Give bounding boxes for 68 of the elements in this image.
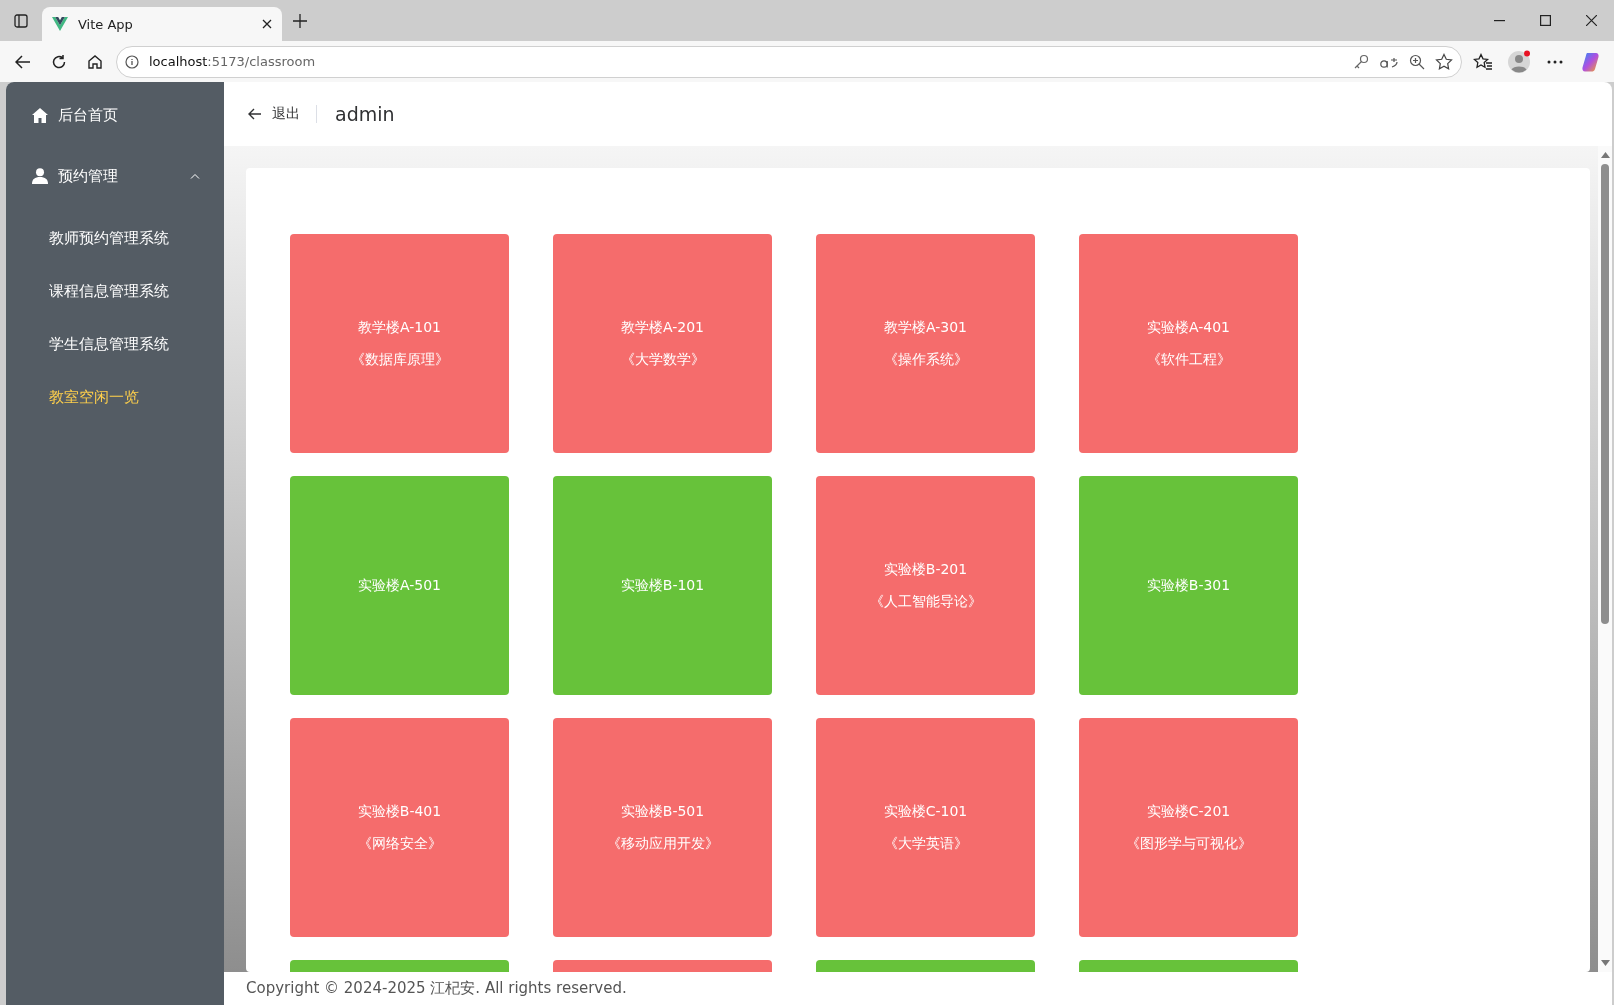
course-name: 《数据库原理》 — [350, 350, 449, 369]
scrollbar[interactable] — [1598, 146, 1612, 972]
course-name: 《人工智能导论》 — [869, 592, 982, 611]
course-name: 《大学英语》 — [883, 834, 968, 853]
room-name: 实验楼A-501 — [357, 576, 441, 595]
course-name: 《网络安全》 — [357, 834, 442, 853]
scroll-down-icon[interactable] — [1600, 960, 1610, 966]
course-name: 《大学数学》 — [620, 350, 705, 369]
zoom-icon[interactable] — [1409, 53, 1425, 70]
minimize-icon[interactable] — [1493, 19, 1505, 22]
room-name: 教学楼A-301 — [883, 318, 967, 337]
home-icon[interactable] — [87, 53, 103, 70]
close-icon[interactable] — [1585, 15, 1597, 26]
room-name: 实验楼C-101 — [883, 802, 968, 821]
v-logo-icon — [52, 17, 68, 31]
room-name: 教学楼A-201 — [620, 318, 704, 337]
tab-title: Vite App — [78, 16, 134, 32]
info-icon — [125, 54, 139, 69]
back-arrow-icon[interactable] — [15, 54, 31, 69]
room-name: 实验楼B-201 — [883, 560, 968, 579]
classroom-tile[interactable]: 实验楼B-501 《移动应用开发》 — [553, 718, 772, 937]
username: admin — [334, 103, 395, 125]
classroom-tile[interactable]: 教学楼A-301 《操作系统》 — [816, 234, 1035, 453]
room-name: 实验楼A-401 — [1146, 318, 1230, 337]
room-name: 实验楼B-301 — [1146, 576, 1231, 595]
room-name: 实验楼B-501 — [620, 802, 705, 821]
classroom-tile[interactable]: 教学楼A-101 《数据库原理》 — [290, 234, 509, 453]
address-bar[interactable]: localhost:5173/classroom — [116, 45, 1462, 78]
room-name: 实验楼B-101 — [620, 576, 705, 595]
room-name: 教学楼A-101 — [357, 318, 441, 337]
classroom-tile[interactable]: 实验楼C-201 《图形学与可视化》 — [1079, 718, 1298, 937]
menu-item[interactable]: 后台首页 — [6, 90, 224, 140]
classroom-tile[interactable]: 实验楼C-101 《大学英语》 — [816, 718, 1035, 937]
close-icon[interactable] — [262, 19, 272, 29]
classroom-tile[interactable]: 实验楼A-501 — [290, 476, 509, 695]
chevron-icon — [190, 173, 200, 179]
favorites-icon[interactable] — [1473, 52, 1493, 71]
back-arrow-icon — [248, 108, 262, 120]
room-name: 实验楼C-201 — [1146, 802, 1231, 821]
user-icon — [32, 168, 48, 184]
course-name: 《图形学与可视化》 — [1125, 834, 1252, 853]
course-name: 《软件工程》 — [1146, 350, 1231, 369]
reload-icon[interactable] — [51, 53, 67, 70]
classroom-tile[interactable]: 实验楼B-201 《人工智能导论》 — [816, 476, 1035, 695]
menu-group[interactable]: 预约管理 — [6, 151, 224, 201]
logout-link[interactable]: 退出 — [248, 105, 317, 123]
new-tab-icon[interactable] — [293, 13, 307, 28]
submenu-item[interactable]: 教室空闲一览 — [6, 371, 224, 424]
maximize-icon[interactable] — [1539, 15, 1551, 26]
browser-tab[interactable]: Vite App — [42, 7, 282, 41]
classroom-tile[interactable]: 教学楼A-201 《大学数学》 — [553, 234, 772, 453]
submenu-item[interactable]: 学生信息管理系统 — [6, 318, 224, 371]
key-icon[interactable] — [1353, 53, 1369, 70]
profile-avatar-icon[interactable] — [1507, 49, 1531, 74]
more-icon[interactable] — [1547, 59, 1563, 64]
classroom-tile[interactable]: 实验楼B-401 《网络安全》 — [290, 718, 509, 937]
classroom-tile[interactable]: 实验楼B-101 — [553, 476, 772, 695]
submenu-item[interactable]: 教师预约管理系统 — [6, 212, 224, 265]
scroll-up-icon[interactable] — [1600, 152, 1610, 158]
tab-actions-icon[interactable] — [14, 13, 28, 28]
classroom-tile[interactable]: 实验楼B-301 — [1079, 476, 1298, 695]
course-name: 《操作系统》 — [883, 350, 968, 369]
submenu-item[interactable]: 课程信息管理系统 — [6, 265, 224, 318]
course-name: 《移动应用开发》 — [606, 834, 719, 853]
room-name: 实验楼B-401 — [357, 802, 442, 821]
home-icon — [32, 107, 48, 123]
star-icon[interactable] — [1435, 52, 1453, 71]
classroom-tile[interactable]: 实验楼A-401 《软件工程》 — [1079, 234, 1298, 453]
